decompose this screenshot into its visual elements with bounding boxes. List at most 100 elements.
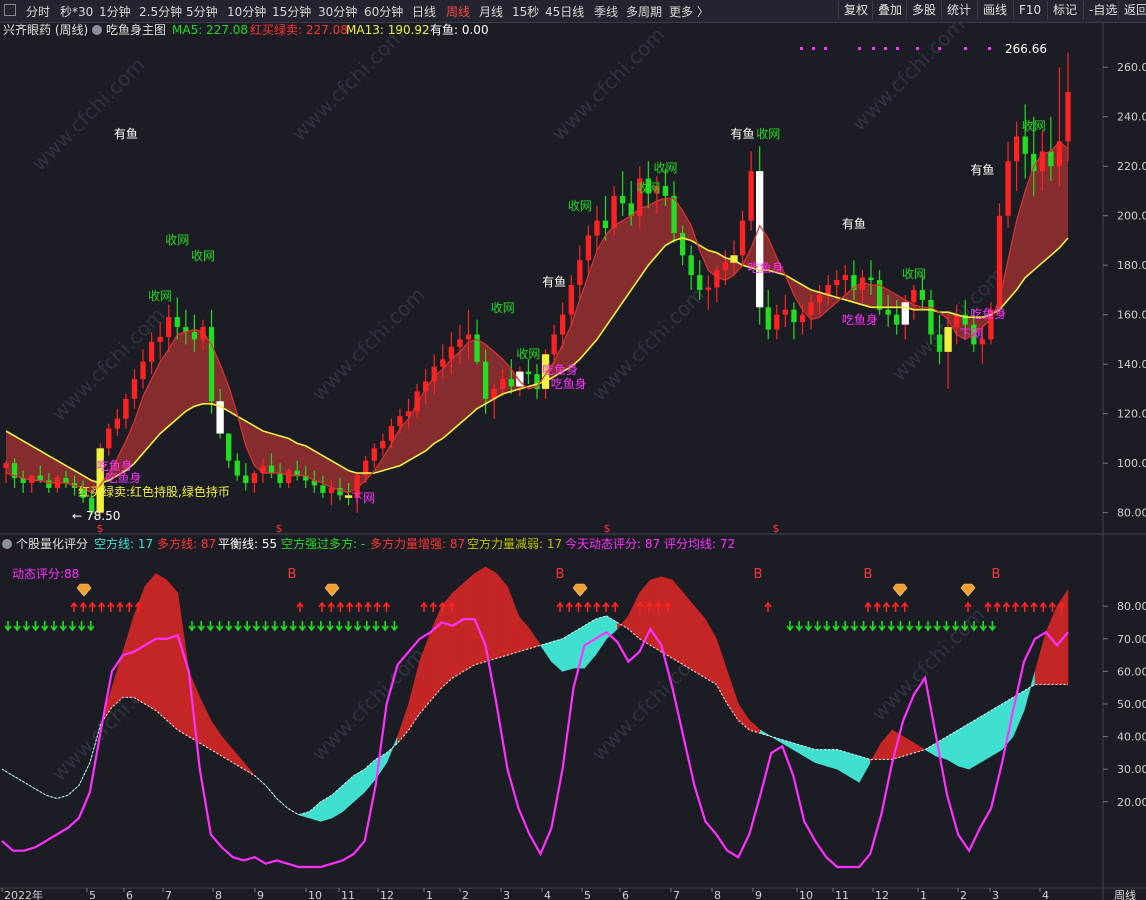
down-arrow-icon	[353, 621, 362, 632]
score-band-segment	[672, 579, 684, 666]
down-arrow-icon	[215, 621, 224, 632]
up-arrow-icon	[574, 601, 583, 612]
toolbar-button[interactable]: 标记	[1047, 1, 1082, 20]
indicator-value: MA5: 227.08	[172, 23, 248, 37]
down-arrow-icon	[206, 621, 215, 632]
low-price-label: 78.50	[86, 509, 120, 523]
up-arrow-icon	[984, 601, 992, 612]
up-arrow-icon	[565, 601, 573, 612]
window-box-icon[interactable]	[4, 4, 16, 16]
score-band-segment	[880, 729, 893, 760]
score-band-segment	[946, 729, 959, 767]
score-band-segment	[990, 703, 1003, 757]
score-band-segment	[430, 606, 442, 702]
down-arrow-icon	[850, 621, 859, 632]
down-arrow-icon	[905, 621, 914, 632]
period-tab[interactable]: 月线	[479, 3, 503, 20]
x-tick-label: 8	[714, 889, 721, 900]
toolbar-button[interactable]: 叠加	[872, 1, 907, 20]
y-tick-label: 100.00	[1117, 457, 1146, 470]
score-band-segment	[309, 801, 322, 822]
period-tab[interactable]: 分时	[26, 3, 50, 20]
candle-body	[662, 186, 669, 196]
indicator-name: 吃鱼身主图	[106, 22, 166, 37]
dot-marker	[988, 47, 991, 50]
dot-marker	[812, 47, 815, 50]
score-band-segment	[748, 719, 761, 734]
period-tab[interactable]: 30分钟	[318, 3, 357, 20]
watermark-text: www.cfchi.com	[847, 22, 970, 136]
candle-body	[774, 314, 780, 330]
period-tab[interactable]: 60分钟	[364, 3, 403, 20]
period-tab[interactable]: 10分钟	[227, 3, 266, 20]
sub-indicator-value: 多方线: 87	[157, 536, 216, 551]
period-tab[interactable]: 5分钟	[186, 3, 218, 20]
period-tab[interactable]: 45日线	[545, 3, 584, 20]
period-tab[interactable]: 2.5分钟	[139, 3, 182, 20]
toolbar-button[interactable]: 返回	[1118, 1, 1146, 20]
period-tab[interactable]: 日线	[412, 3, 436, 20]
down-arrow-icon	[823, 621, 831, 632]
candle-body	[688, 255, 694, 276]
sub-indicator-value: 平衡线: 55	[218, 537, 277, 551]
score-band-segment	[902, 736, 915, 757]
up-arrow-icon	[429, 601, 437, 612]
period-tab[interactable]: 更多 〉	[669, 3, 709, 20]
candle-body	[765, 307, 771, 330]
up-arrow-icon	[373, 601, 381, 612]
period-tab[interactable]: 15分钟	[272, 3, 311, 20]
period-tab[interactable]: 季线	[594, 3, 618, 20]
down-arrow-icon	[859, 621, 868, 632]
buy-mark: B	[288, 567, 297, 582]
period-tab[interactable]: 周线	[446, 3, 470, 20]
down-arrow-icon	[280, 621, 288, 632]
high-price-label: 266.66	[1005, 42, 1047, 56]
score-band-segment	[518, 615, 530, 653]
signal-label: 有鱼	[731, 127, 755, 141]
candle-body	[996, 215, 1003, 310]
up-arrow-icon	[602, 601, 610, 612]
y-tick-label: 220.00	[1117, 160, 1146, 173]
candle-body	[782, 309, 789, 315]
diamond-icon	[892, 583, 908, 597]
period-tab[interactable]: 秒*30	[60, 3, 93, 20]
period-tab[interactable]: 15秒	[512, 3, 539, 20]
signal-label: 收网	[191, 249, 215, 263]
score-band-segment	[122, 615, 135, 698]
candle-body	[482, 361, 489, 399]
diamond-icon	[324, 583, 340, 597]
score-band-segment	[562, 631, 574, 672]
candle-body	[191, 332, 198, 340]
down-arrow-icon	[77, 621, 86, 632]
up-arrow-icon	[318, 601, 326, 612]
toolbar-button[interactable]: 统计	[941, 1, 976, 20]
candle-body	[3, 463, 9, 469]
score-band-segment	[320, 794, 332, 822]
signal-label: 有鱼	[542, 275, 566, 289]
dot-marker	[964, 47, 967, 50]
x-tick-label: 2022年	[4, 888, 43, 900]
x-tick-label: 7	[673, 889, 680, 900]
watermark-text: www.cfchi.com	[287, 23, 410, 146]
toolbar-button[interactable]: F10	[1013, 1, 1046, 20]
toolbar-button[interactable]: 多股	[906, 1, 941, 20]
y-tick-label: 60.00	[1117, 665, 1146, 678]
dynamic-score-label: 动态评分:88	[12, 567, 79, 581]
toolbar-button[interactable]: 画线	[977, 1, 1012, 20]
dot-marker	[916, 47, 919, 50]
period-tab[interactable]: 多周期	[626, 3, 662, 20]
down-arrow-icon	[289, 621, 297, 632]
toolbar-button[interactable]: 复权	[838, 1, 873, 20]
candle-body	[457, 339, 463, 347]
down-arrow-icon	[22, 621, 31, 632]
up-arrow-icon	[611, 601, 619, 612]
chi-yu-shen-label: 吃鱼身	[105, 470, 141, 485]
x-tick-label: 6	[126, 889, 133, 900]
score-band-segment	[694, 605, 706, 679]
collapse-icon	[92, 25, 102, 35]
diamond-icon	[572, 583, 588, 597]
period-tab[interactable]: 1分钟	[99, 3, 131, 20]
toolbar-button[interactable]: -自选	[1083, 1, 1122, 20]
candle-body	[268, 465, 275, 474]
y-tick-label: 140.00	[1117, 358, 1146, 371]
